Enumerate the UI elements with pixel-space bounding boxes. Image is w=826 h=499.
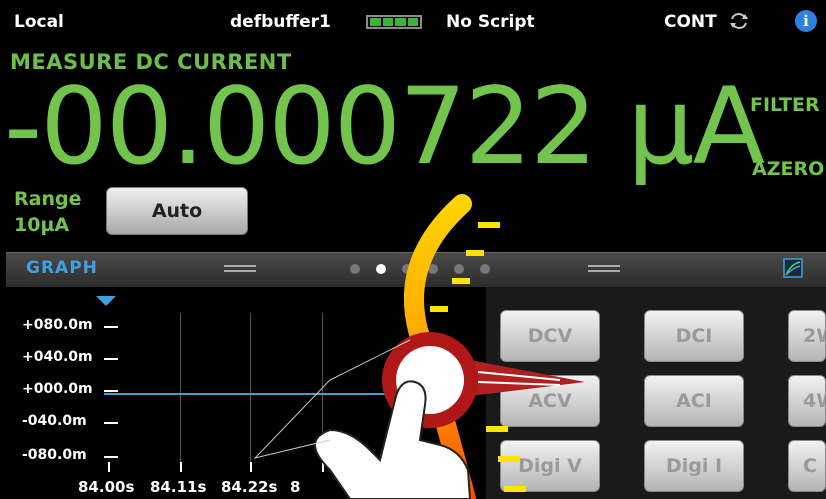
gesture-overlay (253, 194, 585, 499)
hand-pointer-icon (253, 332, 585, 499)
